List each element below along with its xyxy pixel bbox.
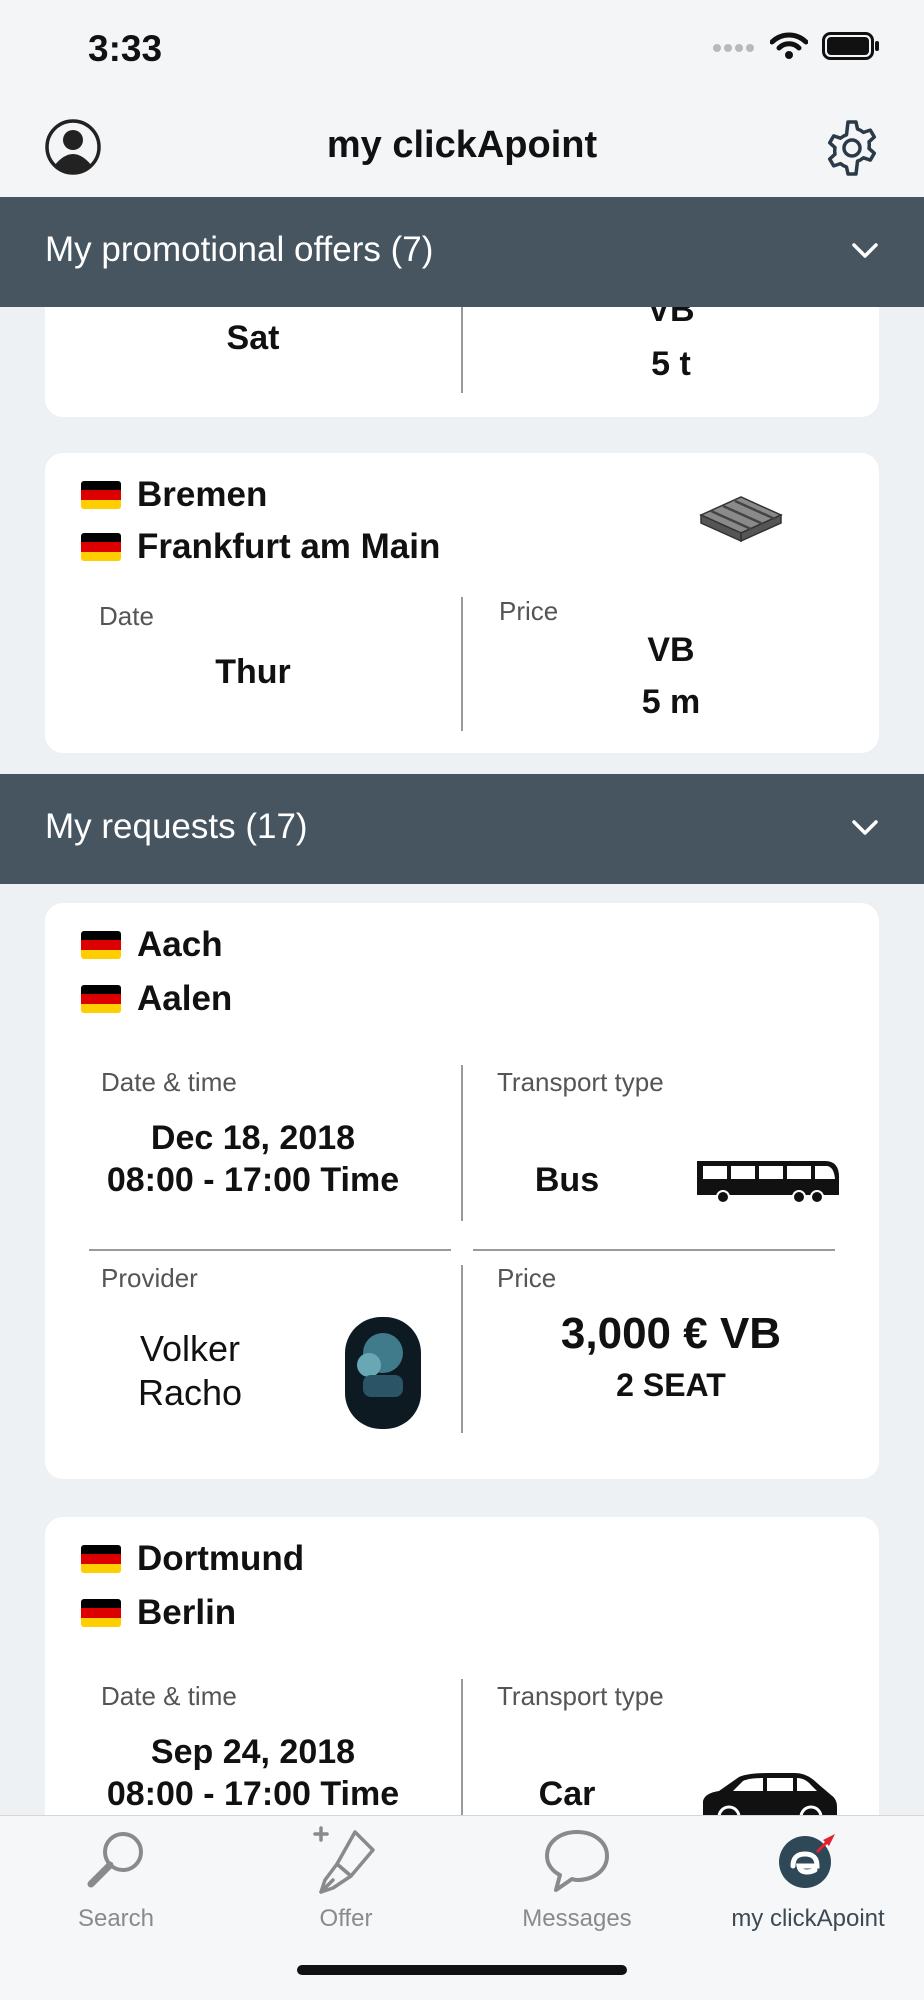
pen-icon [313, 1826, 375, 1894]
home-indicator [297, 1965, 627, 1975]
wifi-icon [770, 32, 808, 59]
offer-day: Sat [226, 319, 280, 357]
status-time: 3:33 [88, 28, 163, 69]
offer-price: VB [647, 631, 695, 669]
clickapoint-logo-icon [779, 1834, 835, 1888]
germany-flag-icon [81, 481, 121, 509]
request-card[interactable]: Aach Aalen Date & time Dec 18, 2018 08:0… [45, 903, 879, 1479]
request-card[interactable]: Dortmund Berlin Date & time Sep 24, 2018… [45, 1517, 879, 1815]
germany-flag-icon [81, 1545, 121, 1573]
transport-type-label: Transport type [497, 1067, 664, 1097]
section-title: My requests (17) [45, 807, 308, 846]
my-requests-header[interactable]: My requests (17) [0, 774, 924, 884]
tab-label: Messages [522, 1905, 632, 1932]
germany-flag-icon [81, 1599, 121, 1627]
route-from: Dortmund [81, 1539, 304, 1579]
route-to: Aalen [81, 979, 232, 1019]
transport-type-label: Transport type [497, 1681, 664, 1711]
pallet-icon [699, 496, 783, 543]
route-from: Bremen [81, 475, 267, 515]
datetime-label: Date & time [101, 1067, 237, 1097]
provider-avatar[interactable] [345, 1317, 421, 1429]
battery-icon [822, 32, 879, 60]
provider-label: Provider [101, 1263, 198, 1293]
section-title: My promotional offers (7) [45, 230, 434, 269]
tab-search[interactable]: Search [16, 1826, 216, 1933]
tab-label: Search [77, 1905, 155, 1932]
tab-label: my clickApoint [731, 1905, 885, 1932]
request-date: Dec 18, 2018 [150, 1119, 356, 1157]
provider-avatar-image [357, 1333, 403, 1397]
offer-amount: 5 m [641, 683, 701, 721]
germany-flag-icon [81, 931, 121, 959]
signal-icon [713, 44, 754, 52]
route-from: Aach [81, 925, 223, 965]
tab-offer[interactable]: Offer [246, 1826, 446, 1933]
germany-flag-icon [81, 533, 121, 561]
page-title: my clickApoint [326, 124, 598, 166]
tab-my-clickapoint[interactable]: my clickApoint [708, 1826, 908, 1933]
offer-price: VB [647, 307, 695, 329]
price-label: Price [499, 596, 559, 626]
promo-offer-card[interactable]: Bremen Frankfurt am Main Date Thur Price… [45, 453, 879, 753]
datetime-label: Date & time [101, 1681, 237, 1711]
nav-bar: my clickApoint [0, 100, 924, 197]
main-content[interactable]: My promotional offers (7) Sat VB 5 t Bre… [0, 197, 924, 1815]
promo-offer-card[interactable]: Sat VB 5 t [45, 307, 879, 417]
route-to: Berlin [81, 1593, 236, 1633]
request-date: Sep 24, 2018 [150, 1733, 356, 1771]
date-label: Date [99, 601, 154, 631]
search-icon [87, 1832, 143, 1888]
request-seats: 2 SEAT [616, 1367, 726, 1403]
provider-name: Volker Racho [137, 1328, 243, 1413]
transport-type-value: Car [538, 1775, 596, 1813]
germany-flag-icon [81, 985, 121, 1013]
promotional-offers-header[interactable]: My promotional offers (7) [0, 197, 924, 307]
price-label: Price [497, 1263, 557, 1293]
chevron-down-icon [852, 820, 878, 835]
chat-icon [545, 1830, 609, 1892]
route-to: Frankfurt am Main [81, 527, 440, 567]
bus-icon [697, 1161, 839, 1204]
gear-icon[interactable] [822, 118, 882, 178]
request-time: 08:00 - 17:00 Time [106, 1775, 400, 1813]
tab-messages[interactable]: Messages [477, 1826, 677, 1933]
car-icon [703, 1773, 837, 1815]
offer-amount: 5 t [651, 345, 691, 383]
request-price: 3,000 € VB [560, 1309, 782, 1358]
request-time: 08:00 - 17:00 Time [106, 1161, 400, 1199]
transport-type-value: Bus [534, 1161, 600, 1199]
status-bar: 3:33 [0, 0, 924, 100]
chevron-down-icon [852, 243, 878, 258]
tab-label: Offer [319, 1905, 373, 1932]
offer-date: Thur [215, 653, 291, 691]
